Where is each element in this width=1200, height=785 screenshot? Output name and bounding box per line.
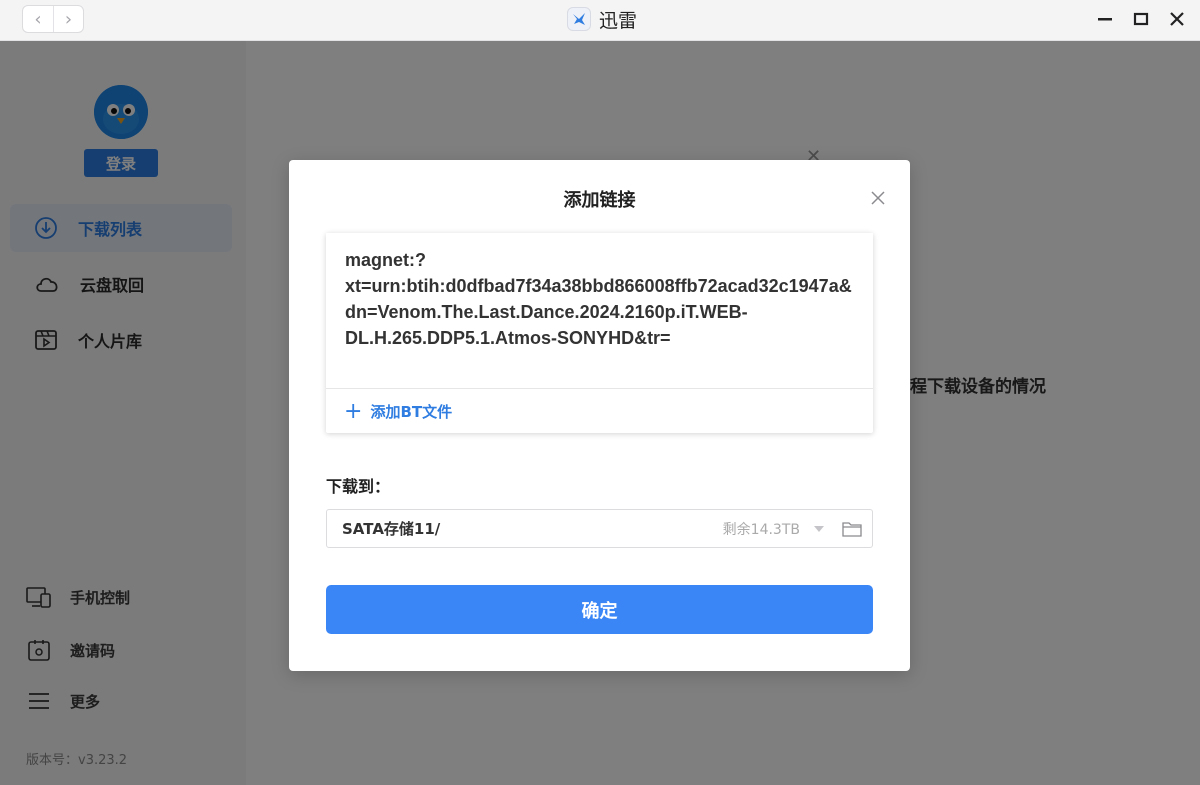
chevron-right-icon: ›: [64, 8, 73, 30]
dialog-close-button[interactable]: [870, 190, 886, 206]
dropdown-caret-icon[interactable]: [814, 525, 824, 532]
folder-icon[interactable]: [842, 521, 862, 537]
dialog-title: 添加链接: [563, 190, 636, 211]
close-window-button[interactable]: [1168, 6, 1186, 32]
forward-button[interactable]: ›: [53, 6, 83, 32]
maximize-icon: [1133, 12, 1149, 26]
download-to-label: 下载到：: [326, 477, 391, 496]
xunlei-logo-icon: [567, 7, 591, 31]
app-name: 迅雷: [599, 9, 638, 32]
plus-icon: +: [344, 398, 363, 424]
add-bt-label: 添加BT文件: [370, 403, 453, 421]
add-link-dialog: 添加链接 + 添加BT文件 下载到： SATA存储11/ 剩余14.3TB 确定: [289, 160, 910, 671]
back-button[interactable]: ‹: [23, 6, 53, 32]
close-icon: [1170, 12, 1184, 26]
title-bar: ‹ › 迅雷: [0, 0, 1200, 41]
download-path-select[interactable]: SATA存储11/ 剩余14.3TB: [326, 509, 873, 548]
link-input-box: + 添加BT文件: [326, 233, 873, 433]
app-title: 迅雷: [567, 5, 637, 33]
free-space-label: 剩余14.3TB: [722, 521, 800, 538]
download-path-value: SATA存储11/: [342, 520, 441, 538]
minimize-icon: [1098, 18, 1112, 21]
minimize-button[interactable]: [1096, 6, 1114, 32]
window-controls: [1096, 6, 1186, 32]
add-bt-file-button[interactable]: + 添加BT文件: [344, 398, 453, 424]
chevron-left-icon: ‹: [34, 8, 42, 30]
link-input[interactable]: [326, 233, 873, 389]
close-icon: [871, 191, 885, 205]
maximize-button[interactable]: [1132, 6, 1150, 32]
confirm-button[interactable]: 确定: [326, 585, 873, 634]
nav-buttons: ‹ ›: [22, 5, 84, 33]
